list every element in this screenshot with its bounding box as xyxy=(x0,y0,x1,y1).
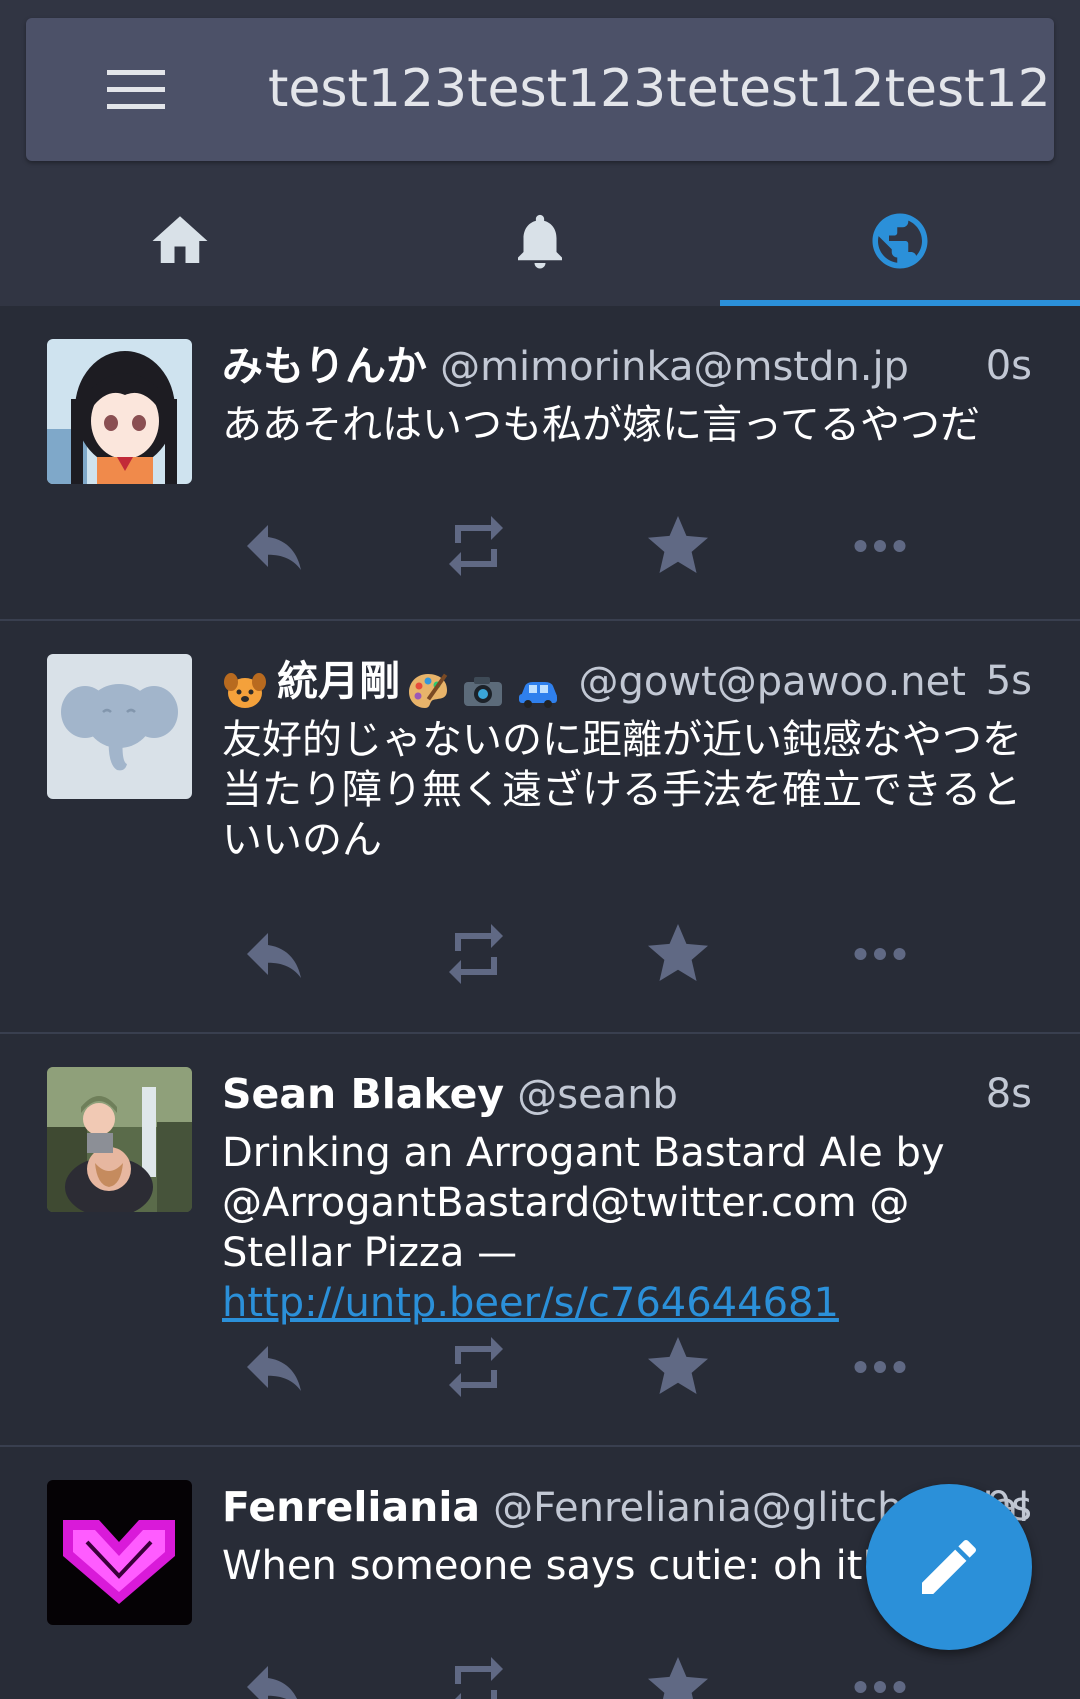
more-button[interactable] xyxy=(828,914,1030,994)
favourite-button[interactable] xyxy=(626,914,828,994)
boost-button[interactable] xyxy=(424,1327,626,1407)
pencil-icon xyxy=(922,1539,977,1594)
tab-federated[interactable] xyxy=(720,175,1080,306)
status-header: 統月剛 @gowt@pawoo.net xyxy=(222,649,1032,713)
more-icon xyxy=(854,1361,906,1373)
reply-icon xyxy=(247,1666,298,1699)
status-text: Drinking an Arrogant Bastard Ale by @Arr… xyxy=(222,1130,945,1276)
display-name[interactable]: みもりんか xyxy=(222,342,427,390)
compose-button[interactable] xyxy=(866,1484,1032,1650)
status-actions xyxy=(222,914,1032,994)
reply-icon xyxy=(247,525,301,570)
status-item[interactable]: みもりんか @mimorinka@mstdn.jp 0s ああそれはいつも私が嫁… xyxy=(0,306,1080,621)
favourite-icon xyxy=(648,1337,708,1394)
more-icon xyxy=(854,540,906,552)
status-actions xyxy=(222,1327,1032,1407)
status-content: 友好的じゃないのに距離が近い鈍感なやつを当たり障り無く遠ざける手法を確立できると… xyxy=(222,717,1022,863)
reply-button[interactable] xyxy=(222,914,424,994)
favourite-button[interactable] xyxy=(626,1647,828,1699)
status-item[interactable]: Sean Blakey @seanb 8s Drinking an Arroga… xyxy=(0,1034,1080,1447)
dog-emoji-icon xyxy=(224,672,266,708)
display-name[interactable]: Fenreliania xyxy=(222,1483,480,1531)
reply-button[interactable] xyxy=(222,1327,424,1407)
pink-heart-avatar-icon xyxy=(47,1480,192,1625)
search-bar[interactable]: test123test123tetest12test1233test123 xyxy=(26,18,1054,161)
favourite-icon xyxy=(648,516,708,573)
tab-home[interactable] xyxy=(0,175,360,306)
timeline-tabs xyxy=(0,175,1080,306)
avatar[interactable] xyxy=(47,1067,192,1212)
display-name[interactable]: 統月剛 xyxy=(277,657,400,705)
tab-notifications[interactable] xyxy=(360,175,720,306)
boost-icon xyxy=(449,516,503,576)
more-button[interactable] xyxy=(828,1327,1030,1407)
more-button[interactable] xyxy=(828,1647,1030,1699)
default-elephant-avatar-icon xyxy=(47,654,192,799)
top-bar: test123test123tetest12test1233test123 xyxy=(0,0,1080,175)
status-content: ああそれはいつも私が嫁に言ってるやつだ xyxy=(222,402,980,448)
favourite-button[interactable] xyxy=(626,1327,828,1407)
display-name[interactable]: Sean Blakey xyxy=(222,1070,504,1118)
timestamp[interactable]: 0s xyxy=(986,334,1032,398)
globe-icon xyxy=(872,213,928,268)
boost-button[interactable] xyxy=(424,1647,626,1699)
status-header: Sean Blakey @seanb xyxy=(222,1062,1032,1126)
reply-button[interactable] xyxy=(222,1647,424,1699)
search-input[interactable]: test123test123tetest12test1233test123 xyxy=(268,18,1054,161)
camera-emoji-icon xyxy=(464,676,503,706)
favourite-button[interactable] xyxy=(626,506,828,586)
hamburger-menu-icon xyxy=(107,70,165,109)
favourite-icon xyxy=(648,1657,708,1699)
timestamp[interactable]: 5s xyxy=(986,649,1032,713)
status-actions xyxy=(222,1647,1032,1699)
avatar[interactable] xyxy=(47,654,192,799)
reply-icon xyxy=(247,933,301,978)
favourite-icon xyxy=(648,924,708,981)
account-handle[interactable]: @mimorinka@mstdn.jp xyxy=(440,344,909,390)
boost-button[interactable] xyxy=(424,914,626,994)
boost-button[interactable] xyxy=(424,506,626,586)
more-icon xyxy=(854,948,906,960)
status-item[interactable]: 統月剛 @gowt@pawoo.net 5s 友好的じゃないのに距離が近い鈍感な… xyxy=(0,621,1080,1034)
boost-icon xyxy=(449,924,503,984)
timestamp[interactable]: 8s xyxy=(986,1062,1032,1126)
account-handle[interactable]: @gowt@pawoo.net xyxy=(578,659,965,705)
status-content: Drinking an Arrogant Bastard Ale by @Arr… xyxy=(222,1128,1037,1328)
car-emoji-icon xyxy=(519,681,558,708)
reply-button[interactable] xyxy=(222,506,424,586)
more-button[interactable] xyxy=(828,506,1030,586)
status-actions xyxy=(222,506,1032,586)
bell-icon xyxy=(518,214,562,268)
account-handle[interactable]: @seanb xyxy=(517,1072,678,1118)
boost-icon xyxy=(455,1657,503,1699)
avatar[interactable] xyxy=(47,1480,192,1625)
photo-avatar-icon xyxy=(47,1067,192,1212)
home-icon xyxy=(152,215,208,263)
boost-icon xyxy=(449,1337,503,1397)
anime-girl-avatar-icon xyxy=(47,339,192,484)
menu-button[interactable] xyxy=(82,68,190,112)
avatar[interactable] xyxy=(47,339,192,484)
more-icon xyxy=(854,1681,906,1693)
reply-icon xyxy=(247,1346,301,1391)
status-link[interactable]: http://untp.beer/s/c764644681 xyxy=(222,1280,839,1326)
status-header: みもりんか @mimorinka@mstdn.jp xyxy=(222,334,1032,398)
palette-emoji-icon xyxy=(409,673,448,708)
